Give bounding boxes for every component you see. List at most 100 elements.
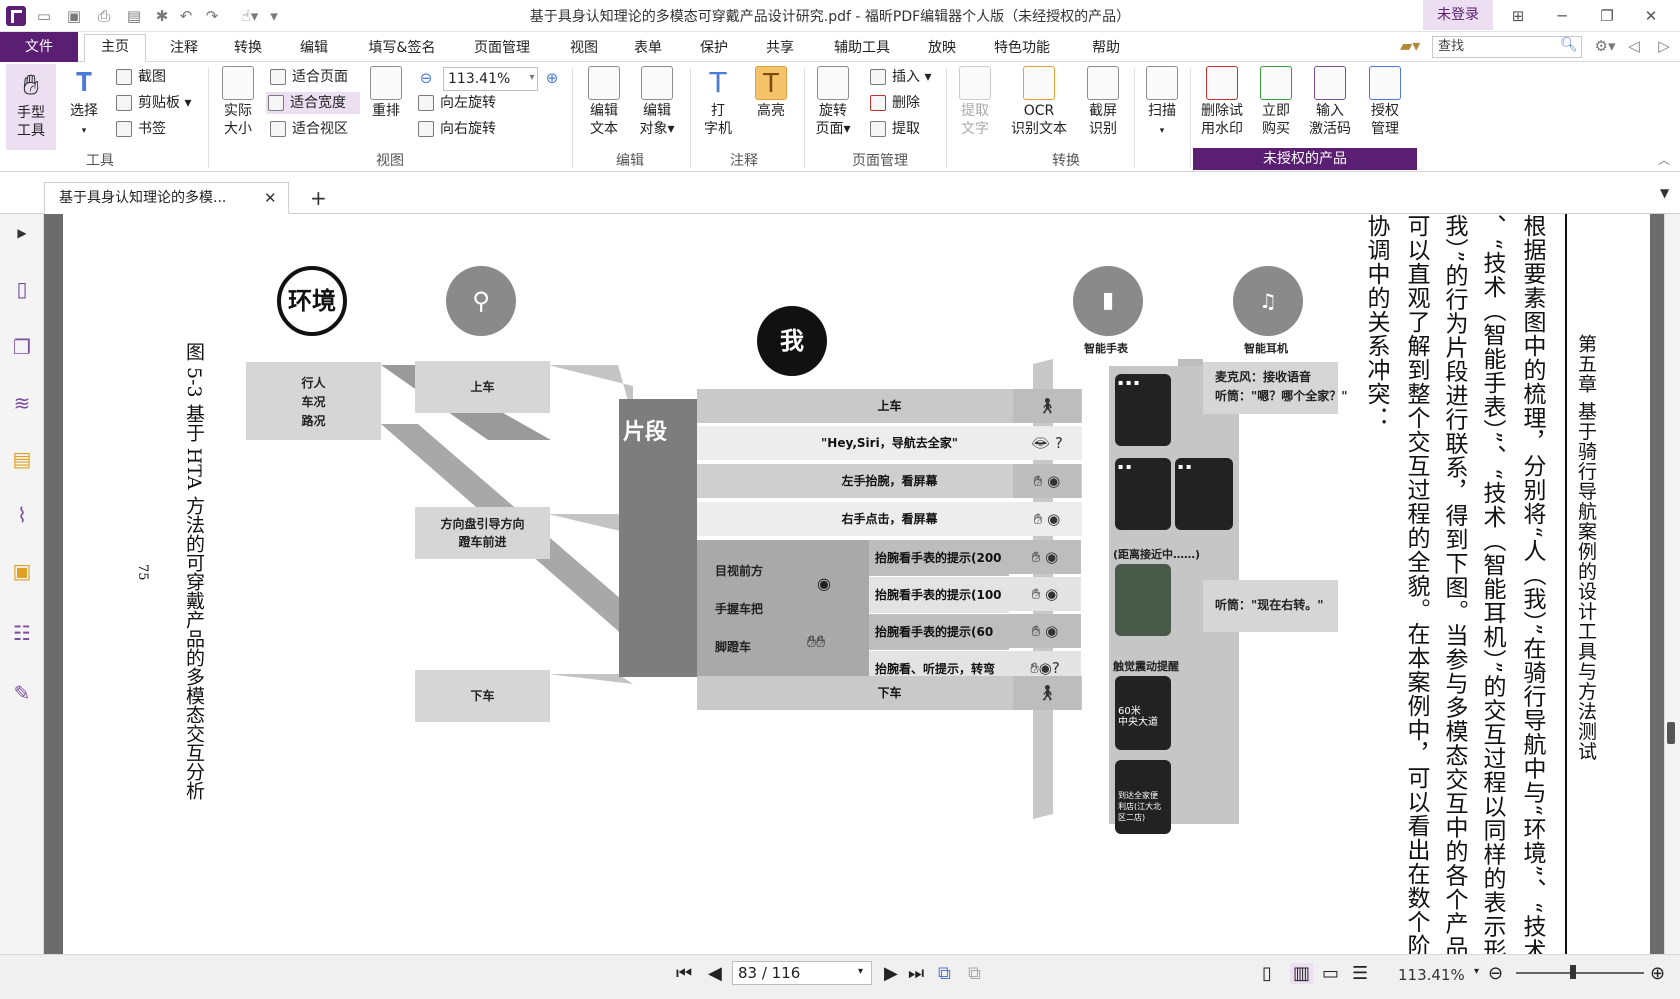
scan-button[interactable]: 扫描 ▾ — [1140, 66, 1184, 140]
zoom-dropdown-icon[interactable]: ▾ — [522, 68, 542, 88]
pdf-page[interactable]: 第五章 基于骑行导航案例的设计工具与方法测试 根据要素图中的梳理，分别将“人（我… — [63, 214, 1650, 954]
continuous-page-icon[interactable]: ▥ — [1290, 963, 1314, 984]
forward-icon[interactable]: ▷ — [1654, 36, 1674, 56]
pages-icon[interactable]: ▯ — [10, 276, 34, 302]
insert-button[interactable]: 插入 ▾ — [868, 66, 931, 88]
ocr-button[interactable]: OCR 识别文本 — [1004, 66, 1074, 138]
open-folder-icon[interactable]: ▭ — [34, 6, 54, 26]
hand-tool-button[interactable]: ✋︎ 手型 工具 — [6, 64, 56, 150]
clipboard-button[interactable]: 剪贴板 ▾ — [114, 92, 191, 114]
last-page-icon[interactable]: ⏭︎ — [908, 963, 924, 984]
extract-text-button[interactable]: 提取 文字 — [952, 66, 998, 138]
close-tab-icon[interactable]: ✕ — [264, 189, 277, 207]
next-view-icon[interactable]: ⧉ — [968, 963, 981, 984]
thumbnails-icon[interactable]: ❐ — [10, 334, 34, 360]
expand-panel-icon[interactable]: ▶ — [10, 220, 34, 246]
zoom-percent-dropdown-icon[interactable]: ▾ — [1474, 966, 1479, 977]
zoom-in-icon[interactable]: ⊕ — [542, 68, 562, 88]
menu-file[interactable]: 文件 — [0, 32, 78, 62]
rotate-left-button[interactable]: 向左旋转 — [416, 92, 496, 114]
remove-watermark-button[interactable]: 删除试 用水印 — [1196, 66, 1248, 138]
highlight-button[interactable]: T 高亮 — [750, 66, 792, 120]
layers-icon[interactable]: ≋ — [10, 390, 34, 416]
zoom-out-icon[interactable]: ⊖ — [416, 68, 436, 88]
reflow-button[interactable]: 重排 — [364, 66, 408, 120]
menu-fill-sign[interactable]: 填写&签名 — [360, 36, 444, 60]
vertical-scrollbar[interactable] — [1664, 214, 1680, 954]
signature-icon[interactable]: ✎ — [10, 680, 34, 706]
find-folder-icon[interactable]: ▰▾ — [1400, 36, 1422, 58]
next-page-icon[interactable]: ▶︎ — [884, 963, 898, 984]
new-icon[interactable]: ✱ — [152, 6, 172, 26]
menu-convert[interactable]: 转换 — [224, 36, 272, 60]
delete-button[interactable]: 删除 — [868, 92, 920, 114]
actual-size-button[interactable]: 实际 大小 — [216, 66, 260, 138]
activation-code-button[interactable]: 输入 激活码 — [1304, 66, 1356, 138]
fit-page-button[interactable]: 适合页面 — [268, 66, 348, 88]
page-number-input[interactable]: 83 / 116 — [732, 961, 872, 985]
tab-list-dropdown-icon[interactable]: ▼ — [1660, 186, 1669, 200]
prev-view-icon[interactable]: ⧉ — [938, 963, 951, 984]
menu-accessibility[interactable]: 辅助工具 — [826, 36, 898, 60]
form-fields-icon[interactable]: ☷ — [10, 620, 34, 646]
back-icon[interactable]: ◁ — [1624, 36, 1644, 56]
document-tab[interactable]: 基于具身认知理论的多模... — [44, 182, 289, 214]
collapse-ribbon-icon[interactable]: ︿ — [1654, 150, 1674, 170]
bookmark-button[interactable]: 书签 — [114, 118, 166, 140]
continuous-facing-icon[interactable]: ☰ — [1352, 963, 1368, 984]
license-manage-button[interactable]: 授权 管理 — [1362, 66, 1408, 138]
menu-edit[interactable]: 编辑 — [290, 36, 338, 60]
first-page-icon[interactable]: ⏮︎ — [676, 963, 692, 984]
edit-text-button[interactable]: 编辑 文本 — [580, 66, 628, 138]
extract-button[interactable]: 提取 — [868, 118, 920, 140]
print-icon[interactable]: ⎙ — [94, 6, 114, 26]
attachments-icon[interactable]: ⌇ — [10, 502, 34, 528]
scrollbar-thumb[interactable] — [1667, 722, 1675, 744]
edit-object-button[interactable]: 编辑 对象▾ — [632, 66, 682, 138]
login-button[interactable]: 未登录 — [1423, 0, 1493, 30]
menu-share[interactable]: 共享 — [756, 36, 804, 60]
customize-icon[interactable]: ▾ — [264, 6, 284, 26]
zoom-slider[interactable] — [1516, 972, 1644, 974]
typewriter-button[interactable]: T 打字机 — [696, 66, 740, 138]
close-window-button[interactable]: ✕ — [1636, 4, 1666, 28]
restore-button[interactable]: ❐ — [1592, 4, 1622, 28]
select-button[interactable]: 𝐓 选择 ▾ — [62, 66, 106, 140]
zoom-slider-knob[interactable] — [1570, 965, 1576, 979]
screenshot-button[interactable]: 截图 — [114, 66, 166, 88]
menu-page-manage[interactable]: 页面管理 — [466, 36, 538, 60]
menu-comment[interactable]: 注释 — [160, 36, 208, 60]
facing-page-icon[interactable]: ▭ — [1322, 963, 1339, 984]
layout-icon[interactable]: ⊞ — [1503, 4, 1533, 28]
rotate-page-button[interactable]: 旋转 页面▾ — [810, 66, 856, 138]
single-page-icon[interactable]: ▯ — [1262, 963, 1272, 984]
zoom-percent[interactable]: 113.41% — [1398, 966, 1465, 984]
fit-visible-button[interactable]: 适合视区 — [268, 118, 348, 140]
security-lock-icon[interactable]: ▣ — [10, 558, 34, 584]
fit-width-button[interactable]: 适合宽度 — [266, 92, 360, 114]
zoom-in-status-icon[interactable]: ⊕ — [1650, 963, 1665, 984]
comments-icon[interactable]: ▤ — [10, 446, 34, 472]
menu-present[interactable]: 放映 — [918, 36, 966, 60]
save-icon[interactable]: ▣ — [64, 6, 84, 26]
new-tab-button[interactable]: + — [310, 186, 327, 210]
menu-form[interactable]: 表单 — [624, 36, 672, 60]
redo-icon[interactable]: ↷ — [202, 6, 222, 26]
page-dropdown-icon[interactable]: ▾ — [858, 966, 863, 977]
settings-gear-icon[interactable]: ⚙▾ — [1590, 36, 1620, 56]
search-icon[interactable]: 🔍︎ — [1560, 37, 1578, 53]
rotate-right-button[interactable]: 向右旋转 — [416, 118, 496, 140]
buy-now-button[interactable]: 立即 购买 — [1254, 66, 1298, 138]
menu-protect[interactable]: 保护 — [690, 36, 738, 60]
zoom-out-status-icon[interactable]: ⊖ — [1488, 963, 1503, 984]
menu-view[interactable]: 视图 — [560, 36, 608, 60]
minimize-button[interactable]: ─ — [1547, 4, 1577, 28]
watch-arrive-l3: 区二店) — [1118, 813, 1146, 822]
menu-help[interactable]: 帮助 — [1082, 36, 1130, 60]
undo-icon[interactable]: ↶ — [176, 6, 196, 26]
menu-home[interactable]: 主页 — [84, 34, 146, 62]
scan-icon[interactable]: ▤ — [124, 6, 144, 26]
prev-page-icon[interactable]: ◀︎ — [708, 963, 722, 984]
snapshot-ocr-button[interactable]: 截屏 识别 — [1080, 66, 1126, 138]
menu-features[interactable]: 特色功能 — [986, 36, 1058, 60]
